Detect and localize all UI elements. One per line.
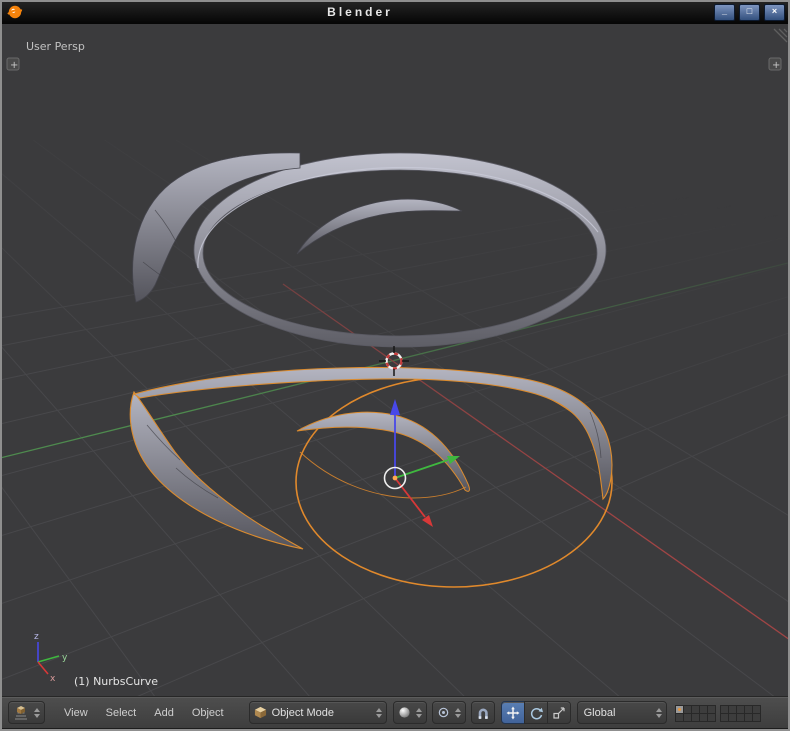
pivot-point-dropdown[interactable] (432, 701, 466, 724)
editor-3dview-icon (13, 705, 29, 721)
close-button[interactable]: × (764, 4, 785, 21)
menu-select[interactable]: Select (97, 707, 146, 719)
chevron-updown-icon (376, 708, 382, 718)
viewport-shading-dropdown[interactable] (393, 701, 427, 724)
manipulator-toggle-group (501, 701, 571, 724)
editor-type-selector[interactable] (8, 701, 45, 724)
window-title: Blender (0, 5, 720, 19)
scale-manipulator-toggle[interactable] (547, 701, 571, 724)
gizmo-y-label: y (62, 653, 68, 663)
chevron-updown-icon (455, 708, 461, 718)
blender-window: Blender _ □ × (0, 0, 790, 731)
plus-icon: + (772, 60, 780, 71)
mode-label: Object Mode (270, 707, 371, 719)
translate-icon (506, 706, 520, 720)
layer-toggle-10[interactable] (707, 713, 716, 722)
sphere-shading-icon (398, 706, 411, 719)
transform-orientation-dropdown[interactable]: Global (577, 701, 667, 724)
chevron-updown-icon (34, 708, 40, 718)
maximize-button[interactable]: □ (739, 4, 760, 21)
orientation-label: Global (582, 707, 651, 719)
mode-dropdown[interactable]: Object Mode (249, 701, 387, 724)
layer-toggle-20[interactable] (752, 713, 761, 722)
rotate-manipulator-toggle[interactable] (524, 701, 548, 724)
menu-object[interactable]: Object (183, 707, 233, 719)
menu-view[interactable]: View (55, 707, 97, 719)
viewport-header: View Select Add Object Object Mode (0, 696, 790, 728)
object-info-label: (1) NurbsCurve (74, 675, 158, 688)
region-split-left[interactable]: + (7, 58, 19, 71)
gizmo-z-label: z (34, 632, 39, 642)
rotate-icon (529, 706, 543, 720)
gizmo-x-label: x (50, 674, 56, 684)
translate-manipulator-toggle[interactable] (501, 701, 525, 724)
menu-add[interactable]: Add (145, 707, 183, 719)
pivot-icon (437, 706, 450, 719)
view-name-label: User Persp (26, 40, 85, 53)
scale-icon (552, 706, 566, 720)
snap-toggle-button[interactable] (471, 701, 495, 724)
3d-viewport[interactable]: User Persp (1) NurbsCurve z y x + + (0, 24, 790, 696)
object-origin-dot (393, 476, 398, 481)
minimize-button[interactable]: _ (714, 4, 735, 21)
cube-icon (254, 706, 267, 719)
titlebar[interactable]: Blender _ □ × (0, 0, 790, 25)
chevron-updown-icon (656, 708, 662, 718)
plus-icon: + (10, 60, 18, 71)
chevron-updown-icon (416, 708, 422, 718)
layers-widget (675, 705, 760, 721)
magnet-icon (476, 706, 490, 720)
region-split-right[interactable]: + (769, 58, 781, 71)
